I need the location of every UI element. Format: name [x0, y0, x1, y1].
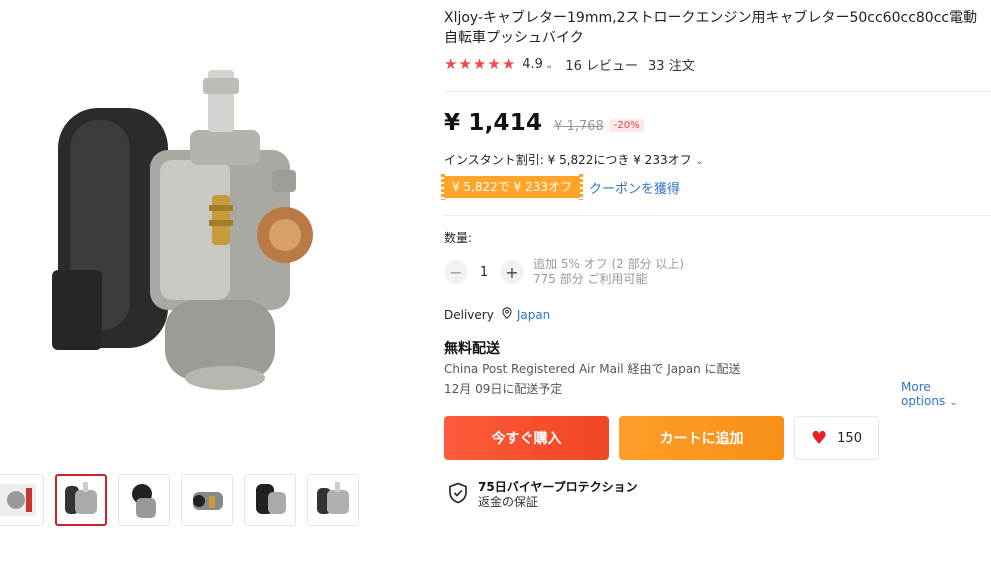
protection-text: 75日バイヤープロテクション 返金の保証	[478, 480, 638, 510]
minus-icon: −	[449, 262, 463, 282]
thumbnail-5[interactable]	[244, 474, 296, 526]
thumbnail-2[interactable]	[55, 474, 107, 526]
chevron-down-icon: ⌄	[695, 156, 704, 167]
get-coupon-link[interactable]: クーポンを獲得	[589, 178, 680, 197]
coupon-row: ¥ 5,822で ¥ 233オフ クーポンを獲得	[441, 174, 680, 200]
quantity-label: 数量:	[444, 231, 473, 245]
wishlist-button[interactable]: ♥ 150	[794, 416, 879, 460]
instant-discount[interactable]: インスタント割引: ¥ 5,822につき ¥ 233オフ ⌄	[444, 151, 704, 168]
chevron-down-icon: ⌄	[544, 60, 554, 71]
thumbnail-1[interactable]	[0, 474, 44, 526]
main-product-image	[40, 60, 330, 410]
free-shipping-title: 無料配送	[444, 341, 500, 357]
add-to-cart-button[interactable]: カートに追加	[619, 416, 784, 460]
wishlist-count: 150	[837, 430, 862, 446]
estimated-delivery: 12月 09日に配送予定	[444, 382, 563, 396]
instant-discount-text: インスタント割引: ¥ 5,822につき ¥ 233オフ	[444, 153, 692, 167]
delivery-row: Delivery Japan	[444, 307, 550, 322]
delivery-label: Delivery	[444, 307, 494, 322]
star-icon: ★	[487, 55, 501, 73]
current-price: ¥ 1,414	[444, 110, 543, 136]
decrease-quantity-button[interactable]: −	[444, 260, 468, 284]
star-icon: ★	[501, 55, 516, 73]
protection-subtitle: 返金の保証	[478, 495, 539, 509]
delivery-country-link[interactable]: Japan	[517, 308, 550, 322]
star-icon: ★	[472, 55, 487, 73]
more-options-link[interactable]: More options ⌄	[901, 380, 991, 408]
chevron-down-icon: ⌄	[949, 397, 958, 408]
thumbnail-6[interactable]	[307, 474, 359, 526]
rating-row: ★ ★ ★ ★ ★ 4.9 ⌄ 16 レビュー 33 注文	[444, 55, 991, 75]
available-stock: 775 部分 ご利用可能	[533, 272, 648, 286]
coupon-tag: ¥ 5,822で ¥ 233オフ	[441, 174, 583, 200]
price-row: ¥ 1,414 ¥ 1,768 -20%	[444, 110, 644, 136]
star-icon: ★	[444, 55, 458, 73]
product-details: Xljoy-キャブレター19mm,2ストロークエンジン用キャブレター50cc60…	[444, 8, 991, 74]
increase-quantity-button[interactable]: +	[500, 260, 524, 284]
shield-check-icon	[448, 482, 468, 508]
star-rating: ★ ★ ★ ★ ★	[444, 57, 515, 72]
buyer-protection: 75日バイヤープロテクション 返金の保証	[448, 480, 638, 510]
buy-now-button[interactable]: 今すぐ購入	[444, 416, 609, 460]
rating-value: 4.9	[522, 57, 543, 72]
rating-dropdown[interactable]: 4.9 ⌄	[522, 57, 553, 72]
thumbnail-4[interactable]	[181, 474, 233, 526]
original-price: ¥ 1,768	[554, 119, 604, 134]
divider	[444, 215, 991, 216]
product-title: Xljoy-キャブレター19mm,2ストロークエンジン用キャブレター50cc60…	[444, 10, 978, 46]
protection-title: 75日バイヤープロテクション	[478, 480, 638, 494]
orders-count: 33 注文	[648, 59, 695, 74]
more-options-label: More options	[901, 380, 946, 408]
thumbnail-3[interactable]	[118, 474, 170, 526]
star-icon: ★	[458, 55, 472, 73]
discount-badge: -20%	[609, 119, 644, 132]
shipping-method: China Post Registered Air Mail 経由で Japan…	[444, 362, 741, 376]
quantity-input[interactable]: 1	[468, 265, 500, 280]
reviews-link[interactable]: 16 レビュー	[565, 55, 638, 74]
location-pin-icon	[502, 307, 512, 322]
thumbnail-strip	[0, 474, 359, 526]
extra-discount-text: 追加 5% オフ (2 部分 以上)	[533, 257, 685, 271]
divider	[444, 91, 991, 92]
plus-icon: +	[505, 262, 519, 282]
heart-icon: ♥	[811, 427, 828, 449]
quantity-stepper: − 1 + 追加 5% オフ (2 部分 以上) 775 部分 ご利用可能	[444, 257, 684, 287]
quantity-info: 追加 5% オフ (2 部分 以上) 775 部分 ご利用可能	[533, 257, 684, 287]
